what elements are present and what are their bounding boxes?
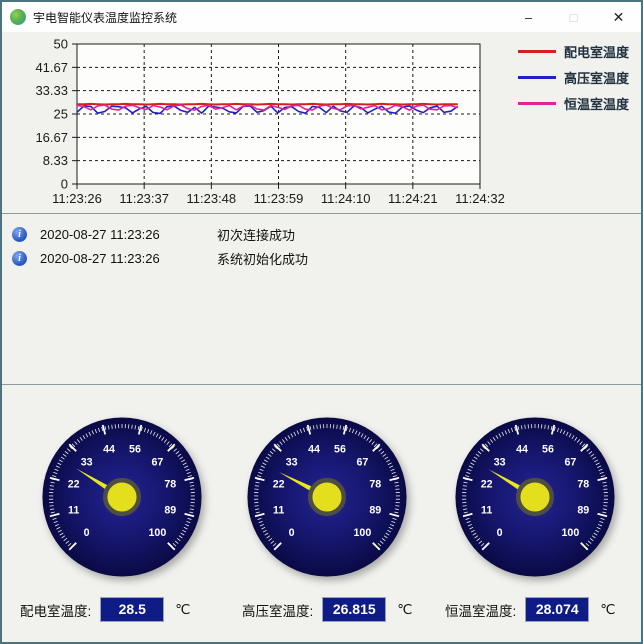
titlebar: 宇电智能仪表温度监控系统 – □ ✕: [2, 2, 641, 32]
readout-value: 26.815: [322, 597, 387, 622]
info-icon: i: [12, 250, 27, 266]
svg-text:33: 33: [81, 456, 93, 468]
svg-text:11: 11: [481, 505, 492, 517]
svg-text:22: 22: [68, 479, 80, 491]
info-icon: i: [12, 226, 27, 242]
svg-text:56: 56: [542, 443, 554, 455]
log-entry[interactable]: i 2020-08-27 11:23:26 初次连接成功: [2, 222, 641, 246]
svg-text:11: 11: [273, 505, 284, 517]
legend-label: 恒温室温度: [563, 97, 629, 112]
readout-gaoyashi: 高压室温度: 26.815 ℃: [242, 597, 412, 622]
svg-text:11:24:10: 11:24:10: [321, 191, 371, 206]
svg-text:67: 67: [564, 456, 576, 468]
log-timestamp: 2020-08-27 11:23:26: [40, 250, 160, 266]
svg-text:33: 33: [494, 456, 506, 468]
maximize-button: □: [569, 9, 578, 25]
svg-text:33: 33: [286, 456, 298, 468]
svg-text:78: 78: [369, 479, 381, 491]
svg-text:8.33: 8.33: [43, 153, 68, 168]
svg-text:44: 44: [103, 443, 115, 455]
log-message: 系统初始化成功: [217, 251, 309, 267]
gauge-peidianshi: 0 11 2233 44 56 6778 89 100: [42, 417, 202, 577]
svg-text:89: 89: [577, 505, 589, 517]
readout-label: 恒温室温度:: [445, 603, 517, 619]
svg-text:44: 44: [516, 443, 528, 455]
svg-text:78: 78: [577, 479, 589, 491]
svg-text:44: 44: [308, 443, 320, 455]
svg-text:22: 22: [481, 479, 493, 491]
svg-text:11:24:21: 11:24:21: [388, 191, 438, 206]
svg-text:11:23:37: 11:23:37: [119, 191, 169, 206]
svg-text:67: 67: [151, 456, 163, 468]
legend-item-0: 配电室温度: [517, 42, 629, 61]
window-controls: – □ ✕: [506, 2, 641, 32]
svg-text:11:23:59: 11:23:59: [254, 191, 304, 206]
event-log-panel: i 2020-08-27 11:23:26 初次连接成功 i 2020-08-27 11…: [2, 214, 641, 385]
legend-line-icon: [517, 102, 556, 105]
svg-text:0: 0: [497, 527, 503, 539]
readout-peidianshi: 配电室温度: 28.5 ℃: [20, 597, 190, 622]
svg-text:11:23:26: 11:23:26: [52, 191, 102, 206]
log-message: 初次连接成功: [217, 227, 296, 243]
svg-text:78: 78: [164, 479, 176, 491]
svg-text:0: 0: [84, 527, 90, 539]
legend-line-icon: [517, 50, 556, 53]
log-timestamp: 2020-08-27 11:23:26: [40, 226, 160, 242]
readout-hengwenshi: 恒温室温度: 28.074 ℃: [445, 597, 615, 622]
chart-legend: 配电室温度高压室温度恒温室温度: [517, 42, 629, 113]
svg-text:11:23:48: 11:23:48: [187, 191, 237, 206]
readout-value: 28.5: [100, 597, 165, 622]
svg-text:25: 25: [54, 107, 68, 122]
legend-label: 高压室温度: [563, 71, 629, 86]
svg-text:56: 56: [129, 443, 141, 455]
svg-text:16.67: 16.67: [35, 130, 68, 145]
legend-line-icon: [517, 76, 556, 79]
legend-item-1: 高压室温度: [517, 68, 629, 87]
minimize-button[interactable]: –: [506, 2, 551, 32]
svg-text:0: 0: [289, 527, 295, 539]
readout-value: 28.074: [525, 597, 590, 622]
app-window: 宇电智能仪表温度监控系统 – □ ✕ 0 8.33 16.67 25 33.33 41.6…: [0, 0, 643, 644]
svg-text:100: 100: [148, 527, 166, 539]
svg-text:22: 22: [273, 479, 285, 491]
svg-text:67: 67: [356, 456, 368, 468]
readout-unit: ℃: [600, 601, 616, 617]
svg-text:89: 89: [164, 505, 176, 517]
window-title: 宇电智能仪表温度监控系统: [33, 10, 178, 25]
readout-unit: ℃: [175, 601, 191, 617]
svg-text:11:24:32: 11:24:32: [455, 191, 505, 206]
log-entry[interactable]: i 2020-08-27 11:23:26 系统初始化成功: [2, 246, 641, 270]
svg-text:89: 89: [369, 505, 381, 517]
svg-text:0: 0: [61, 177, 68, 192]
svg-text:41.67: 41.67: [35, 60, 68, 75]
svg-text:50: 50: [54, 37, 68, 52]
legend-item-2: 恒温室温度: [517, 94, 629, 113]
svg-text:11: 11: [68, 505, 79, 517]
gauge-hengwenshi: 0 11 2233 44 56 6778 89 100: [455, 417, 615, 577]
app-icon: [10, 9, 26, 25]
svg-text:100: 100: [353, 527, 371, 539]
readout-unit: ℃: [397, 601, 413, 617]
close-button[interactable]: ✕: [596, 2, 641, 32]
svg-text:100: 100: [561, 527, 579, 539]
svg-text:56: 56: [334, 443, 346, 455]
readout-label: 配电室温度:: [20, 603, 92, 619]
trend-chart-panel: 0 8.33 16.67 25 33.33 41.67 50 11:23:26 11:23:37…: [2, 32, 641, 214]
gauge-panel: 0 11 22 33 44 56 67 78 89 100 0 11 22 33 44 56 67 78 89 10…: [2, 385, 641, 642]
readout-label: 高压室温度:: [242, 603, 314, 619]
svg-text:33.33: 33.33: [35, 83, 68, 98]
legend-label: 配电室温度: [563, 45, 629, 60]
gauge-gaoyashi: 0 11 2233 44 56 6778 89 100: [247, 417, 407, 577]
